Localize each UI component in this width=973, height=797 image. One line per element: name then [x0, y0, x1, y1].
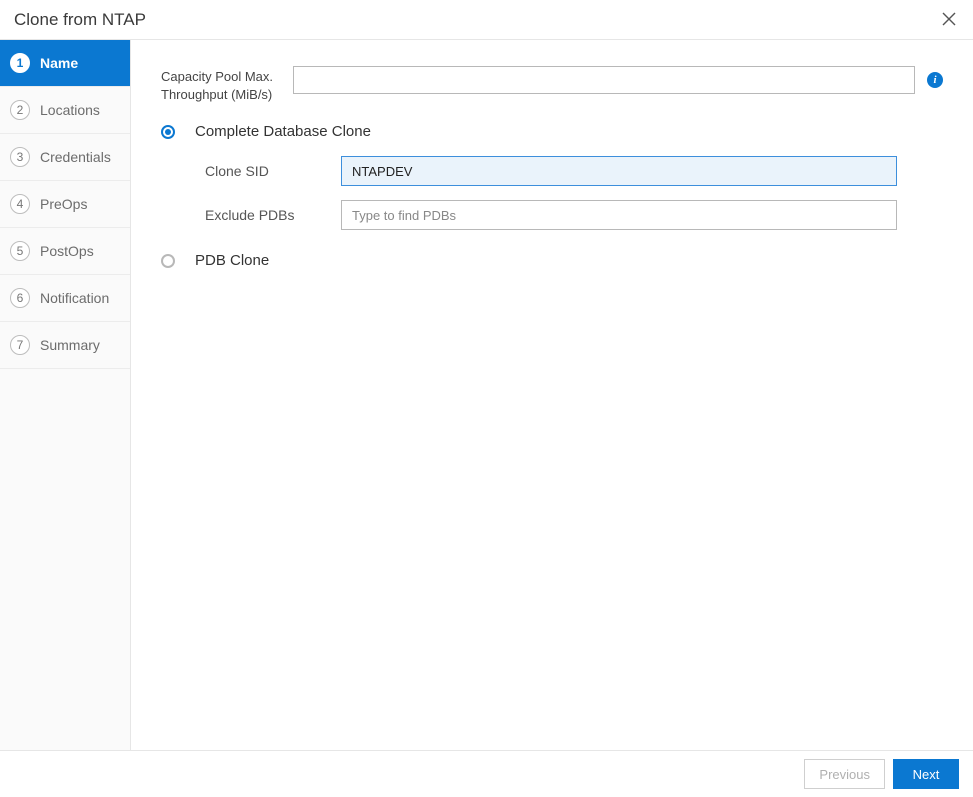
info-icon[interactable]: i [927, 72, 943, 88]
capacity-label-line1: Capacity Pool Max. [161, 69, 273, 84]
step-num: 5 [10, 241, 30, 261]
step-label: PreOps [40, 196, 87, 212]
exclude-pdbs-input[interactable] [341, 200, 897, 230]
previous-button[interactable]: Previous [804, 759, 885, 789]
complete-clone-fields: Clone SID Exclude PDBs [205, 156, 943, 230]
step-num: 1 [10, 53, 30, 73]
step-label: Name [40, 55, 78, 71]
step-locations[interactable]: 2 Locations [0, 87, 130, 134]
step-label: Notification [40, 290, 109, 306]
close-icon[interactable] [939, 10, 959, 30]
step-label: Locations [40, 102, 100, 118]
step-label: Credentials [40, 149, 111, 165]
step-postops[interactable]: 5 PostOps [0, 228, 130, 275]
step-label: PostOps [40, 243, 94, 259]
step-notification[interactable]: 6 Notification [0, 275, 130, 322]
pdb-clone-label: PDB Clone [195, 252, 269, 269]
complete-clone-label: Complete Database Clone [195, 123, 371, 140]
content-pane: Capacity Pool Max. Throughput (MiB/s) i … [131, 40, 973, 750]
clone-sid-input[interactable] [341, 156, 897, 186]
step-num: 2 [10, 100, 30, 120]
titlebar: Clone from NTAP [0, 0, 973, 40]
exclude-pdbs-label: Exclude PDBs [205, 207, 341, 223]
footer: Previous Next [0, 750, 973, 797]
step-num: 6 [10, 288, 30, 308]
pdb-clone-row: PDB Clone [161, 252, 943, 269]
step-label: Summary [40, 337, 100, 353]
step-preops[interactable]: 4 PreOps [0, 181, 130, 228]
next-button[interactable]: Next [893, 759, 959, 789]
pdb-clone-radio[interactable] [161, 254, 175, 268]
main-area: 1 Name 2 Locations 3 Credentials 4 PreOp… [0, 40, 973, 750]
dialog-title: Clone from NTAP [14, 10, 939, 30]
step-num: 4 [10, 194, 30, 214]
clone-sid-row: Clone SID [205, 156, 943, 186]
wizard-sidebar: 1 Name 2 Locations 3 Credentials 4 PreOp… [0, 40, 131, 750]
step-name[interactable]: 1 Name [0, 40, 130, 87]
step-num: 7 [10, 335, 30, 355]
step-summary[interactable]: 7 Summary [0, 322, 130, 369]
exclude-pdbs-row: Exclude PDBs [205, 200, 943, 230]
complete-clone-radio[interactable] [161, 125, 175, 139]
step-credentials[interactable]: 3 Credentials [0, 134, 130, 181]
capacity-label: Capacity Pool Max. Throughput (MiB/s) [161, 66, 281, 103]
capacity-label-line2: Throughput (MiB/s) [161, 87, 272, 102]
capacity-input[interactable] [293, 66, 915, 94]
step-num: 3 [10, 147, 30, 167]
clone-sid-label: Clone SID [205, 163, 341, 179]
complete-clone-row: Complete Database Clone [161, 123, 943, 140]
capacity-row: Capacity Pool Max. Throughput (MiB/s) i [161, 66, 943, 103]
